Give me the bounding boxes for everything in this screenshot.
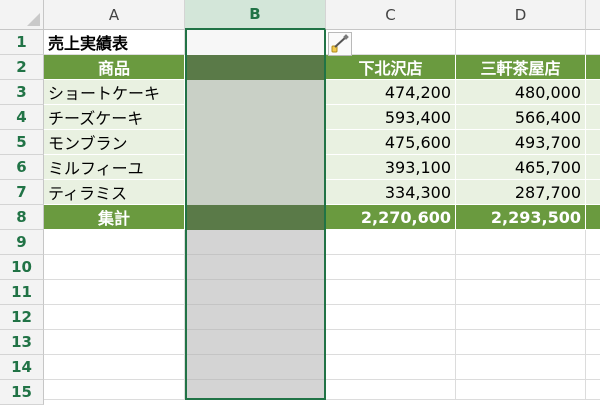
cell-d6-value[interactable]: 465,700 (456, 155, 586, 180)
cell-d10[interactable] (456, 255, 586, 280)
cell-e6[interactable] (586, 155, 600, 180)
select-all-triangle-icon (27, 13, 40, 26)
cell-e7[interactable] (586, 180, 600, 205)
cell-c14[interactable] (326, 355, 456, 380)
cell-a15[interactable] (44, 380, 185, 400)
cell-a1-title[interactable]: 売上実績表 (44, 30, 185, 55)
cell-c8-total[interactable]: 2,270,600 (326, 205, 456, 230)
column-header-c[interactable]: C (326, 0, 456, 30)
cell-d4-value[interactable]: 566,400 (456, 105, 586, 130)
cell-a5-item[interactable]: モンブラン (44, 130, 185, 155)
cell-d14[interactable] (456, 355, 586, 380)
cell-c15[interactable] (326, 380, 456, 400)
row-header-11[interactable]: 11 (0, 280, 44, 305)
row-header-14[interactable]: 14 (0, 355, 44, 380)
cell-c7-value[interactable]: 334,300 (326, 180, 456, 205)
cell-a4-item[interactable]: チーズケーキ (44, 105, 185, 130)
cell-e9[interactable] (586, 230, 600, 255)
row-header-4[interactable]: 4 (0, 105, 44, 130)
cell-d12[interactable] (456, 305, 586, 330)
cell-d11[interactable] (456, 280, 586, 305)
column-header-d[interactable]: D (456, 0, 586, 30)
cell-d5-value[interactable]: 493,700 (456, 130, 586, 155)
cell-a12[interactable] (44, 305, 185, 330)
row-header-3[interactable]: 3 (0, 80, 44, 105)
select-all-corner[interactable] (0, 0, 44, 30)
row-header-2[interactable]: 2 (0, 55, 44, 80)
cell-c12[interactable] (326, 305, 456, 330)
cell-c10[interactable] (326, 255, 456, 280)
cell-e13[interactable] (586, 330, 600, 355)
row-header-7[interactable]: 7 (0, 180, 44, 205)
spreadsheet: A B C D 1 2 3 4 5 6 7 8 9 10 11 12 13 14… (0, 0, 600, 405)
row-header-9[interactable]: 9 (0, 230, 44, 255)
cell-e5[interactable] (586, 130, 600, 155)
column-header-e-partial[interactable] (586, 0, 600, 30)
column-header-a[interactable]: A (44, 0, 185, 30)
cell-a7-item[interactable]: ティラミス (44, 180, 185, 205)
cell-c4-value[interactable]: 593,400 (326, 105, 456, 130)
cell-d7-value[interactable]: 287,700 (456, 180, 586, 205)
column-header-b[interactable]: B (185, 0, 326, 30)
cell-a11[interactable] (44, 280, 185, 305)
cell-d15[interactable] (456, 380, 586, 400)
cell-e8[interactable] (586, 205, 600, 230)
cell-a3-item[interactable]: ショートケーキ (44, 80, 185, 105)
cell-a6-item[interactable]: ミルフィーユ (44, 155, 185, 180)
cell-a13[interactable] (44, 330, 185, 355)
cell-c5-value[interactable]: 475,600 (326, 130, 456, 155)
cell-d2-store2-header[interactable]: 三軒茶屋店 (456, 55, 586, 80)
cell-a8-total-label[interactable]: 集計 (44, 205, 185, 230)
cell-d3-value[interactable]: 480,000 (456, 80, 586, 105)
cell-e12[interactable] (586, 305, 600, 330)
cell-d13[interactable] (456, 330, 586, 355)
row-header-15[interactable]: 15 (0, 380, 44, 405)
cell-a9[interactable] (44, 230, 185, 255)
row-header-12[interactable]: 12 (0, 305, 44, 330)
cell-a14[interactable] (44, 355, 185, 380)
cell-c3-value[interactable]: 474,200 (326, 80, 456, 105)
cell-c11[interactable] (326, 280, 456, 305)
cell-e2[interactable] (586, 55, 600, 80)
cell-c13[interactable] (326, 330, 456, 355)
cell-a10[interactable] (44, 255, 185, 280)
row-header-8[interactable]: 8 (0, 205, 44, 230)
cell-c6-value[interactable]: 393,100 (326, 155, 456, 180)
cell-e11[interactable] (586, 280, 600, 305)
cell-c9[interactable] (326, 230, 456, 255)
paste-options-button[interactable] (328, 32, 352, 56)
cell-e4[interactable] (586, 105, 600, 130)
cell-e1[interactable] (586, 30, 600, 55)
cell-e15[interactable] (586, 380, 600, 400)
row-header-1[interactable]: 1 (0, 30, 44, 55)
column-b-selection-border (185, 30, 326, 400)
cell-e3[interactable] (586, 80, 600, 105)
row-header-6[interactable]: 6 (0, 155, 44, 180)
cell-c2-store1-header[interactable]: 下北沢店 (326, 55, 456, 80)
cell-d9[interactable] (456, 230, 586, 255)
cell-e10[interactable] (586, 255, 600, 280)
paintbrush-icon (331, 34, 349, 53)
row-header-5[interactable]: 5 (0, 130, 44, 155)
cell-e14[interactable] (586, 355, 600, 380)
row-header-10[interactable]: 10 (0, 255, 44, 280)
cell-a2-product-header[interactable]: 商品 (44, 55, 185, 80)
cell-d1[interactable] (456, 30, 586, 55)
cell-d8-total[interactable]: 2,293,500 (456, 205, 586, 230)
row-header-13[interactable]: 13 (0, 330, 44, 355)
